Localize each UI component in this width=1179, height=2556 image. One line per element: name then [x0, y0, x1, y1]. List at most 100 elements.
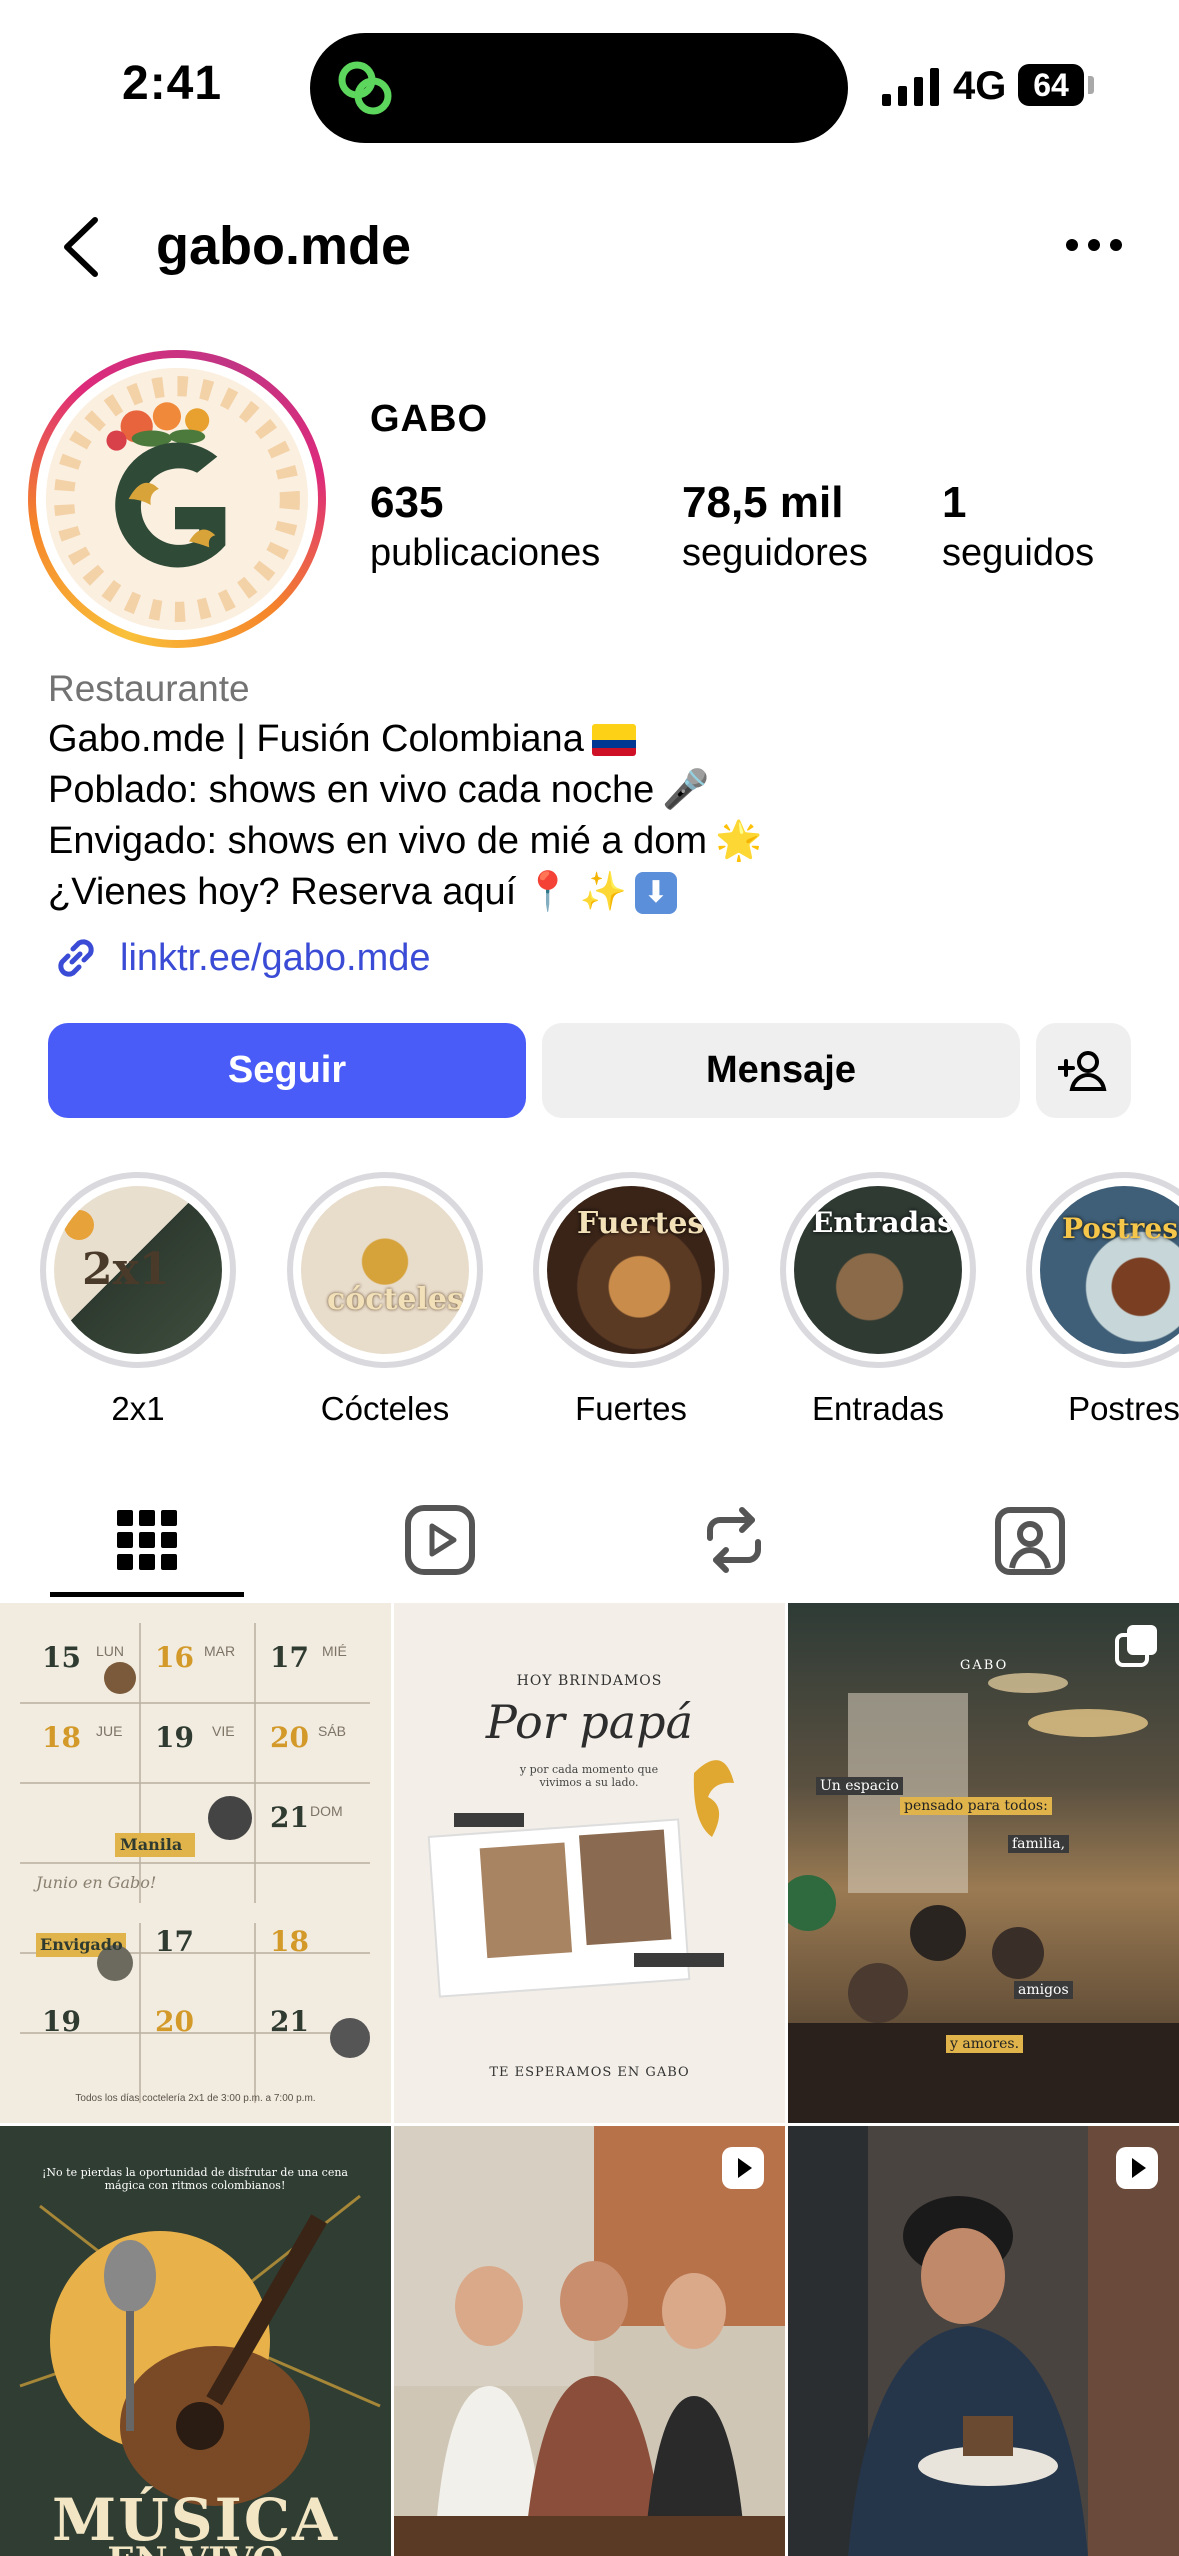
highlight-cocteles[interactable]: cócteles Cócteles: [287, 1172, 483, 1428]
calendar-day: 21: [270, 2005, 309, 2038]
stat-following[interactable]: 1 seguidos: [942, 478, 1094, 575]
status-bar: 2:41 4G 64: [0, 0, 1179, 170]
post-tile[interactable]: HOY BRINDAMOS Por papá y por cada moment…: [394, 1603, 785, 2123]
calendar-day: 19: [155, 1721, 194, 1754]
highlight-cover-text: Fuertes: [577, 1206, 705, 1241]
calendar-day: 21: [270, 1801, 309, 1834]
status-time: 2:41: [122, 57, 223, 110]
gabo-logo: [46, 368, 308, 630]
post-tile[interactable]: [788, 2126, 1179, 2556]
post-kicker: HOY BRINDAMOS: [516, 1673, 663, 1689]
post-tile[interactable]: [394, 2126, 785, 2556]
post-title: Por papá: [485, 1695, 694, 1749]
battery-cap: [1088, 76, 1094, 94]
highlight-label: Fuertes: [575, 1390, 687, 1427]
highlight-cover-text: 2x1: [82, 1244, 170, 1295]
suggested-users-button[interactable]: [1036, 1023, 1131, 1118]
stat-followers[interactable]: 78,5 mil seguidores: [682, 478, 868, 575]
calendar-weekday: MIÉ: [322, 1643, 347, 1659]
highlight-cover: Fuertes: [547, 1186, 715, 1354]
bio-line-text: Gabo.mde | Fusión Colombiana: [48, 718, 584, 760]
reel-icon: [722, 2147, 764, 2189]
post-overlay-text: pensado para todos:: [900, 1797, 1052, 1815]
calendar-day: 18: [42, 1721, 81, 1754]
highlight-label: Postres: [1068, 1390, 1179, 1427]
tagged-tab-icon[interactable]: [990, 1500, 1070, 1580]
calendar-tag: Envigado: [40, 1935, 123, 1954]
calendar-day: 20: [270, 1721, 309, 1754]
highlight-label: 2x1: [111, 1390, 165, 1427]
post-subtitle: y por cada momento que vivimos a su lado…: [519, 1763, 659, 1789]
down-arrow-icon: ⬇: [634, 871, 677, 914]
stat-followers-value: 78,5 mil: [682, 478, 844, 527]
grid-tab-icon[interactable]: [107, 1500, 187, 1580]
bio-link-text[interactable]: linktr.ee/gabo.mde: [120, 937, 431, 980]
highlight-cover-text: cócteles: [327, 1282, 464, 1317]
highlight-label: Cócteles: [320, 1390, 450, 1427]
stat-following-value: 1: [942, 478, 967, 527]
stat-posts-value: 635: [370, 478, 444, 527]
highlight-entradas[interactable]: Entradas Entradas: [780, 1172, 976, 1428]
post-overlay-text: amigos: [1014, 1981, 1073, 1999]
pin-icon: 📍: [524, 871, 572, 913]
bio-line-text: Poblado: shows en vivo cada noche: [48, 769, 655, 811]
profile-tabs: [0, 1478, 1179, 1598]
active-tab-indicator: [50, 1592, 244, 1597]
stat-following-label: seguidos: [942, 532, 1095, 574]
post-overlay-text: y amores.: [946, 2035, 1024, 2053]
calendar-day: 15: [42, 1641, 81, 1674]
profile-category: Restaurante: [48, 668, 250, 709]
calendar-day: 20: [155, 2005, 194, 2038]
highlight-fuertes[interactable]: Fuertes Fuertes: [533, 1172, 729, 1428]
highlight-postres[interactable]: Postres Postres: [1026, 1172, 1179, 1428]
reposts-tab-icon[interactable]: [694, 1500, 774, 1580]
highlight-cover-text: Entradas: [812, 1206, 954, 1239]
post-tile[interactable]: 15 LUN 16 MAR 17 MIÉ 18 JUE 19 VIE 20 SÁ…: [0, 1603, 391, 2123]
highlight-cover: cócteles: [301, 1186, 469, 1354]
post-caption-top: ¡No te pierdas la oportunidad de disfrut…: [41, 2166, 348, 2192]
post-tile[interactable]: GABO Un espacio pensado para todos: fami…: [788, 1603, 1179, 2123]
avatar: [46, 368, 308, 630]
post-tile[interactable]: ¡No te pierdas la oportunidad de disfrut…: [0, 2126, 391, 2556]
post-calendar-image: [20, 1623, 370, 2103]
link-rings-icon: [338, 61, 392, 115]
stat-posts[interactable]: 635 publicaciones: [370, 478, 600, 575]
reel-icon: [1116, 2147, 1158, 2189]
network-type: 4G: [953, 64, 1007, 108]
bio-link[interactable]: linktr.ee/gabo.mde: [48, 930, 431, 986]
bio: Restaurante Gabo.mde | Fusión Colombiana…: [48, 664, 1148, 918]
bio-line-text: Envigado: shows en vivo de mié a dom: [48, 820, 708, 862]
calendar-weekday: LUN: [96, 1643, 125, 1659]
calendar-tag: Manila: [120, 1835, 183, 1854]
signal-icon: [882, 68, 939, 106]
follow-button[interactable]: Seguir: [48, 1023, 526, 1118]
highlight-cover-text: Postres: [1062, 1212, 1179, 1245]
highlight-label: Entradas: [811, 1390, 945, 1427]
link-icon: [58, 939, 94, 977]
back-arrow-icon[interactable]: [55, 212, 115, 282]
bio-line: ¿Vienes hoy? Reserva aquí 📍 ✨ ⬇: [48, 867, 1148, 918]
calendar-day: 17: [155, 1925, 194, 1958]
message-button[interactable]: Mensaje: [542, 1023, 1020, 1118]
calendar-weekday: VIE: [212, 1723, 235, 1739]
bio-line: Poblado: shows en vivo cada noche 🎤: [48, 765, 1148, 816]
post-subtitle: EN VIVO: [0, 2540, 391, 2556]
dynamic-island: [310, 33, 848, 143]
avatar-story-ring[interactable]: [28, 350, 326, 648]
calendar-weekday: DOM: [310, 1803, 343, 1819]
carousel-icon: [1115, 1625, 1157, 1667]
star-icon: 🌟: [715, 820, 763, 862]
calendar-day: 17: [270, 1641, 309, 1674]
more-options-icon[interactable]: [1066, 230, 1124, 260]
colombia-flag-icon: [591, 723, 636, 756]
highlight-2x1[interactable]: 2x1 2x1: [40, 1172, 236, 1428]
calendar-day: 16: [155, 1641, 194, 1674]
calendar-weekday: SÁB: [318, 1723, 347, 1739]
highlight-cover: Entradas: [794, 1186, 962, 1354]
profile-username: gabo.mde: [156, 216, 412, 276]
bio-line: Gabo.mde | Fusión Colombiana: [48, 714, 1148, 765]
reels-tab-icon[interactable]: [400, 1500, 480, 1580]
bio-line-text: ¿Vienes hoy? Reserva aquí: [48, 871, 517, 913]
sparkles-icon: ✨: [579, 871, 627, 913]
top-nav: gabo.mde: [0, 190, 1179, 300]
